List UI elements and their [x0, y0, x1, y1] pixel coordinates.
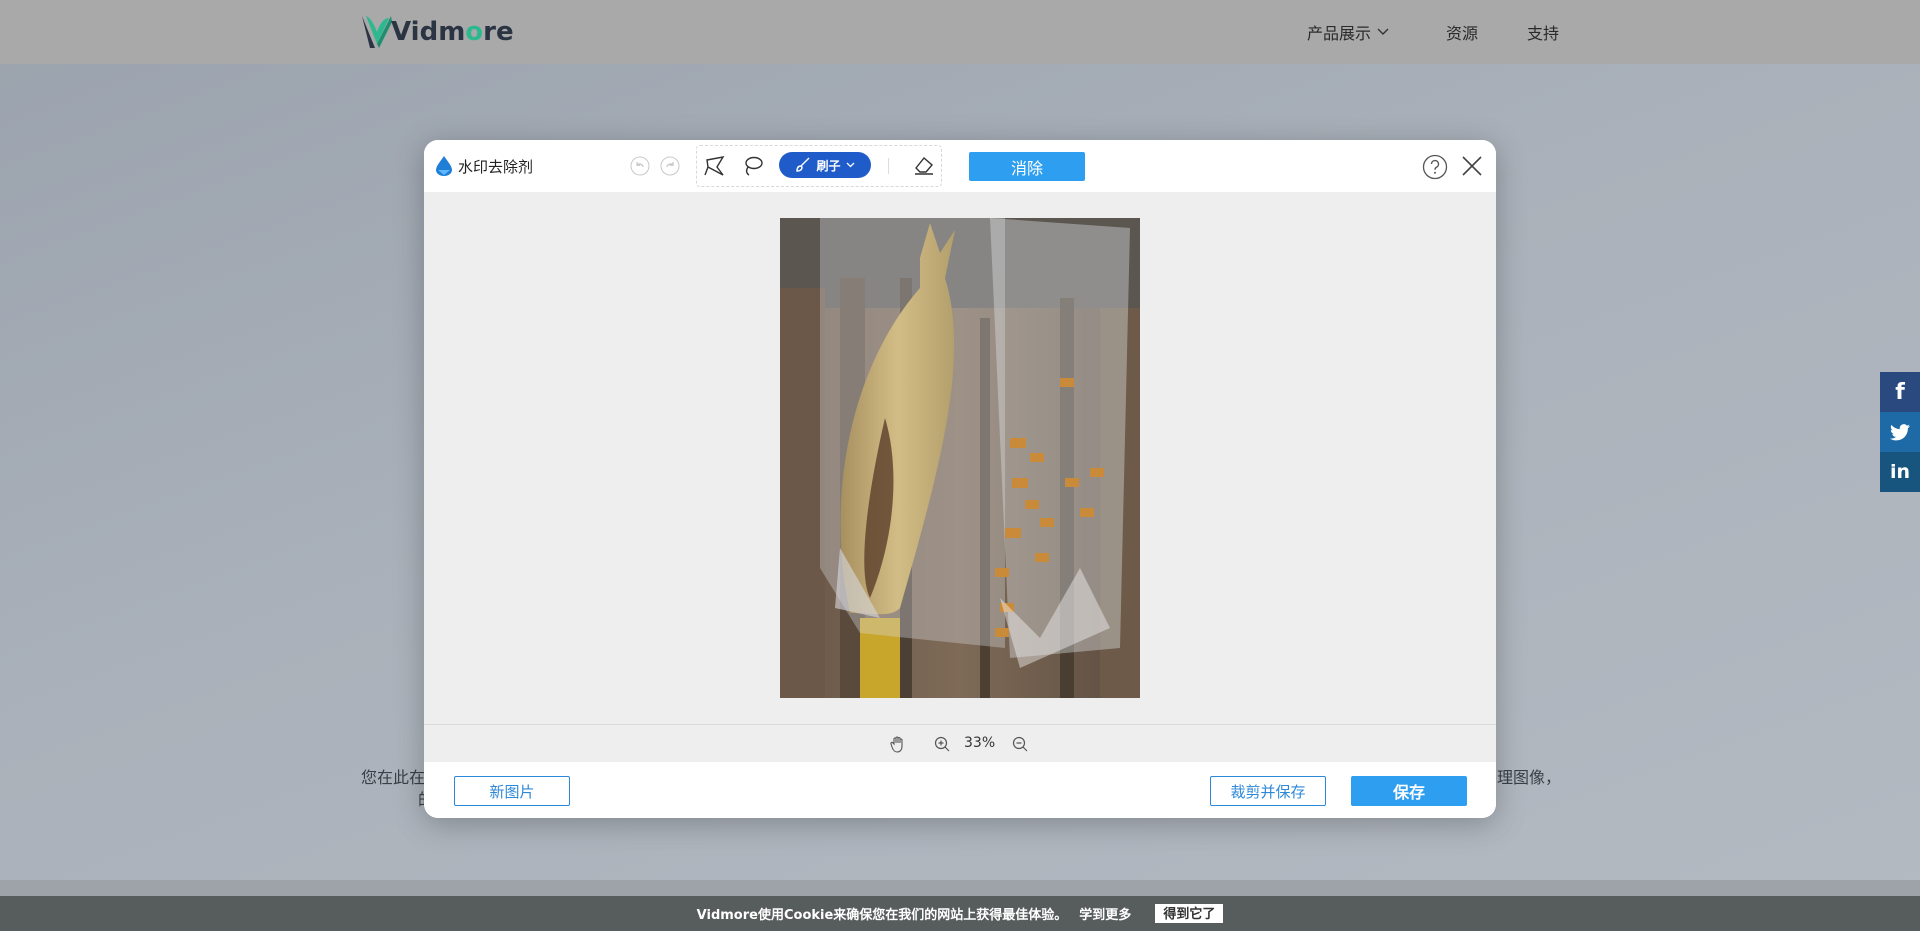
editor-title-label: 水印去除剂	[458, 157, 534, 176]
remove-button[interactable]: 消除	[969, 152, 1085, 181]
editor-title: 水印去除剂	[434, 155, 533, 177]
zoom-level: 33%	[964, 735, 996, 751]
close-button[interactable]	[1460, 154, 1484, 178]
save-button[interactable]: 保存	[1351, 776, 1467, 806]
uploaded-image[interactable]	[780, 218, 1140, 698]
toolbar-divider	[888, 158, 889, 174]
page-footer-band	[0, 880, 1920, 896]
dialog-footer: 新图片 裁剪并保存 保存	[424, 762, 1496, 818]
linkedin-share-button[interactable]: in	[1880, 452, 1920, 492]
zoom-controls: 33%	[424, 724, 1496, 763]
cookie-accept-button[interactable]: 得到它了	[1155, 904, 1224, 923]
twitter-share-button[interactable]	[1880, 412, 1920, 452]
background-text-right-1: 理图像，	[1497, 768, 1562, 787]
nav-resources[interactable]: 资源	[1446, 20, 1478, 44]
nav-products[interactable]: 产品展示	[1307, 20, 1389, 44]
nav-support[interactable]: 支持	[1527, 20, 1559, 44]
lasso-tool-button[interactable]	[740, 153, 766, 179]
photo-dried-fish	[780, 218, 1140, 698]
help-button[interactable]	[1422, 154, 1448, 180]
undo-button[interactable]	[630, 156, 650, 176]
zoom-out-icon[interactable]	[1012, 736, 1028, 752]
linkedin-icon: in	[1889, 461, 1911, 483]
eraser-tool-button[interactable]	[911, 152, 937, 178]
redo-icon	[660, 156, 680, 176]
cookie-message: Vidmore使用Cookie来确保您在我们的网站上获得最佳体验。	[696, 908, 1068, 923]
close-icon	[1462, 156, 1482, 176]
brush-icon	[796, 157, 810, 172]
facebook-icon: f	[1895, 379, 1905, 405]
new-image-button[interactable]: 新图片	[454, 776, 570, 806]
crop-and-save-button[interactable]: 裁剪并保存	[1210, 776, 1326, 806]
chevron-down-icon	[846, 162, 854, 168]
nav-products-label: 产品展示	[1307, 24, 1372, 43]
redo-button[interactable]	[660, 156, 680, 176]
water-drop-icon	[436, 156, 452, 176]
lasso-icon	[745, 156, 763, 176]
chevron-down-icon	[1377, 28, 1389, 35]
learn-more-link[interactable]: 学到更多	[1079, 904, 1131, 923]
help-icon	[1422, 154, 1448, 180]
cookie-banner: Vidmore使用Cookie来确保您在我们的网站上获得最佳体验。 学到更多 得…	[0, 896, 1920, 931]
polygon-tool-button[interactable]	[702, 153, 728, 179]
facebook-share-button[interactable]: f	[1880, 372, 1920, 412]
vidmore-logo[interactable]: Vidmore	[361, 14, 514, 50]
polygon-lasso-icon	[704, 156, 725, 176]
zoom-in-icon[interactable]	[934, 736, 950, 752]
editor-toolbar: 水印去除剂 刷子 消除	[424, 140, 1496, 192]
watermark-remover-dialog: 水印去除剂 刷子 消除 33% 新图片 裁剪并保存 保存	[424, 140, 1496, 818]
hand-pan-icon[interactable]	[889, 735, 907, 753]
logo-text: Vidmore	[391, 17, 514, 47]
editing-canvas[interactable]	[424, 192, 1496, 724]
twitter-icon	[1890, 423, 1910, 440]
eraser-icon	[915, 156, 933, 175]
undo-icon	[630, 156, 650, 176]
brush-tool-dropdown[interactable]: 刷子	[779, 152, 871, 178]
site-header: Vidmore 产品展示 资源 支持	[0, 0, 1920, 64]
brush-label: 刷子	[816, 158, 841, 173]
background-text-left-1: 您在此在	[361, 768, 426, 787]
logo-mark-icon	[362, 16, 392, 48]
